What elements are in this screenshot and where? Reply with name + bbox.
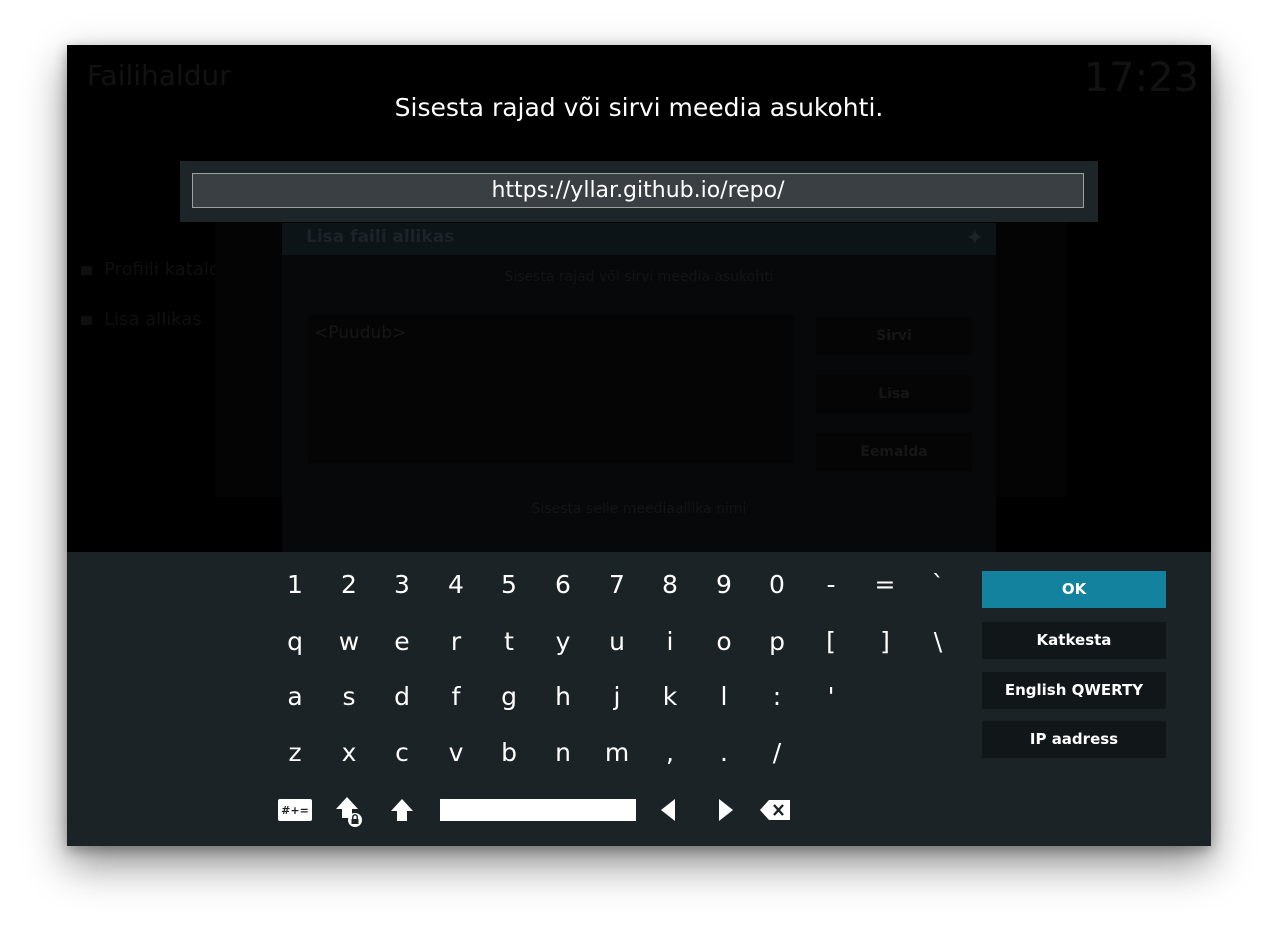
keyboard-layout-button[interactable]: English QWERTY (982, 672, 1166, 709)
key-row4-0[interactable]: z (273, 730, 317, 776)
key-row3-2[interactable]: d (380, 674, 424, 720)
path-input-value: https://yllar.github.io/repo/ (491, 178, 785, 203)
key-row1-2[interactable]: 3 (380, 562, 424, 608)
key-row3-6[interactable]: j (595, 674, 639, 720)
key-row4-1[interactable]: x (327, 730, 371, 776)
background-add-button: Lisa (816, 375, 972, 413)
svg-text:#+=: #+= (281, 804, 309, 817)
key-row2-1[interactable]: w (327, 619, 371, 665)
path-input[interactable]: https://yllar.github.io/repo/ (192, 173, 1084, 208)
key-row1-5[interactable]: 6 (541, 562, 585, 608)
key-row2-5[interactable]: y (541, 619, 585, 665)
key-row3-9[interactable]: : (755, 674, 799, 720)
key-row1-6[interactable]: 7 (595, 562, 639, 608)
key-row2-2[interactable]: e (380, 619, 424, 665)
background-remove-button: Eemalda (816, 433, 972, 471)
cursor-left-key[interactable] (659, 798, 677, 822)
arrow-left-icon (661, 799, 675, 821)
background-browse-button: Sirvi (816, 317, 972, 355)
key-row1-3[interactable]: 4 (434, 562, 478, 608)
backspace-key[interactable] (759, 799, 791, 821)
backspace-icon (760, 800, 790, 820)
keyboard-heading: Sisesta rajad või sirvi meedia asukohti. (394, 93, 884, 122)
key-row4-4[interactable]: b (487, 730, 531, 776)
key-row1-1[interactable]: 2 (327, 562, 371, 608)
caps-lock-icon (336, 797, 362, 827)
key-row4-3[interactable]: v (434, 730, 478, 776)
folder-icon (81, 316, 92, 325)
ip-address-button[interactable]: IP aadress (982, 721, 1166, 758)
key-row3-8[interactable]: l (702, 674, 746, 720)
key-row3-3[interactable]: f (434, 674, 478, 720)
arrow-right-icon (719, 799, 733, 821)
key-row2-11[interactable]: ] (863, 619, 907, 665)
background-path-list: <Puudub> (308, 315, 794, 463)
key-row3-5[interactable]: h (541, 674, 585, 720)
background-path-placeholder: <Puudub> (314, 323, 407, 343)
background-sidebar-item: Lisa allikas (81, 309, 202, 330)
key-row2-7[interactable]: i (648, 619, 692, 665)
background-dialog-title: Lisa faili allikas (306, 227, 455, 247)
key-row2-6[interactable]: u (595, 619, 639, 665)
key-row1-8[interactable]: 9 (702, 562, 746, 608)
key-row1-12[interactable]: ` (916, 562, 960, 608)
key-row1-7[interactable]: 8 (648, 562, 692, 608)
cursor-right-key[interactable] (717, 798, 735, 822)
key-row4-5[interactable]: n (541, 730, 585, 776)
symbols-icon: #+= (278, 799, 312, 821)
key-row4-8[interactable]: . (702, 730, 746, 776)
key-row3-4[interactable]: g (487, 674, 531, 720)
key-row2-9[interactable]: p (755, 619, 799, 665)
key-row4-2[interactable]: c (380, 730, 424, 776)
background-name-hint: Sisesta selle meediaallika nimi (531, 501, 747, 517)
kodi-logo-icon: ✦ (965, 226, 984, 251)
shift-icon (391, 799, 413, 821)
key-row1-0[interactable]: 1 (273, 562, 317, 608)
key-row2-3[interactable]: r (434, 619, 478, 665)
key-row4-6[interactable]: m (595, 730, 639, 776)
key-row1-10[interactable]: - (809, 562, 853, 608)
on-screen-keyboard: 1 2 3 4 5 6 7 8 9 0- = ` q w e r t y u i o p[] \ a s d f g h j k l: ' z x c… (67, 552, 1211, 846)
key-row1-4[interactable]: 5 (487, 562, 531, 608)
key-row3-0[interactable]: a (273, 674, 317, 720)
key-row2-4[interactable]: t (487, 619, 531, 665)
key-row4-9[interactable]: / (755, 730, 799, 776)
symbols-key[interactable]: #+= (278, 799, 312, 821)
key-row2-10[interactable]: [ (809, 619, 853, 665)
key-row2-0[interactable]: q (273, 619, 317, 665)
kodi-window: Failihaldur 17:23 Profiili kataloog Lisa… (67, 45, 1211, 846)
caps-lock-key[interactable] (335, 796, 367, 828)
background-dialog-subtitle: Sisesta rajad või sirvi meedia asukohti (504, 269, 774, 285)
key-row4-7[interactable]: , (648, 730, 692, 776)
ok-button[interactable]: OK (982, 571, 1166, 608)
key-row3-10[interactable]: ' (809, 674, 853, 720)
key-row1-9[interactable]: 0 (755, 562, 799, 608)
key-row3-7[interactable]: k (648, 674, 692, 720)
space-key[interactable] (440, 799, 636, 821)
input-frame: https://yllar.github.io/repo/ (180, 161, 1098, 222)
background-dialog-header: Lisa faili allikas ✦ (282, 223, 996, 255)
shift-key[interactable] (390, 797, 414, 823)
key-row2-12[interactable]: \ (916, 619, 960, 665)
cancel-button[interactable]: Katkesta (982, 622, 1166, 659)
key-row2-8[interactable]: o (702, 619, 746, 665)
background-page-title: Failihaldur (87, 59, 231, 92)
folder-icon (81, 266, 92, 275)
key-row3-1[interactable]: s (327, 674, 371, 720)
key-row1-11[interactable]: = (863, 562, 907, 608)
background-add-source-dialog: Lisa faili allikas ✦ Sisesta rajad või s… (282, 223, 996, 553)
